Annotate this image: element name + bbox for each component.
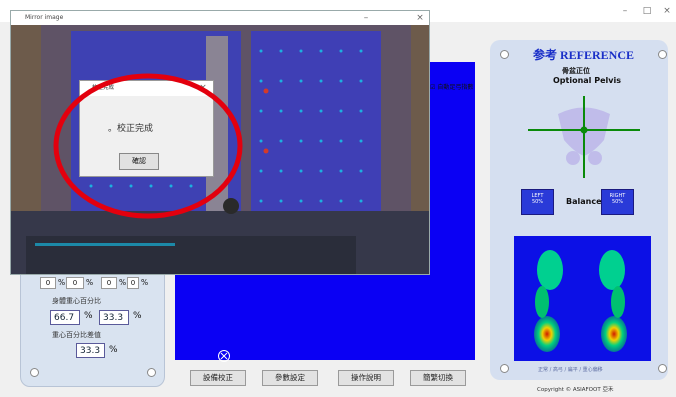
body-weight-title: 身體重心百分比 xyxy=(52,297,101,305)
left-balance-value: 50% xyxy=(531,199,544,205)
crosshair-glyph xyxy=(220,352,228,360)
pelvis-icon xyxy=(528,96,640,178)
minimize-button[interactable]: – xyxy=(614,2,636,20)
row-value-4[interactable]: 0 xyxy=(127,277,139,289)
left-weight-value: 66.7 xyxy=(50,310,80,325)
row-value-3[interactable]: 0 xyxy=(101,277,117,289)
left-panel-corner-icon-bl xyxy=(30,368,39,377)
foot-legend: 正常 / 高弓 / 扁平 / 重心偏移 xyxy=(538,367,603,373)
reference-title: 参考 REFERENCE xyxy=(533,48,635,62)
left-balance-button[interactable]: LEFT 50% xyxy=(521,189,554,215)
params-button[interactable]: 參數設定 xyxy=(262,370,318,386)
right-weight-value: 33.3 xyxy=(99,310,129,325)
ref-corner-icon-br xyxy=(658,364,667,373)
ref-corner-icon-tl xyxy=(500,50,509,59)
copyright-text: Copyright © ASIAFOOT 亞禾 xyxy=(537,387,614,393)
left-footprint xyxy=(534,250,563,352)
highlight-circle xyxy=(53,73,243,219)
mirror-minimize-button[interactable]: – xyxy=(355,11,377,27)
close-button[interactable]: × xyxy=(656,2,676,20)
calibrate-button[interactable]: 設備校正 xyxy=(190,370,246,386)
reference-subtitle-cn: 骨盆正位 xyxy=(562,67,590,75)
mirror-image-title: Mirror image xyxy=(25,14,64,21)
auto-arch-label: 自動足弓指數 xyxy=(437,84,474,91)
auto-arch-checkbox[interactable]: ☑ 自動足弓指數 xyxy=(430,82,473,91)
maximize-button[interactable]: □ xyxy=(636,2,658,20)
row-value-2[interactable]: 0 xyxy=(66,277,84,289)
ref-corner-icon-bl xyxy=(500,364,509,373)
left-weight-unit: % xyxy=(84,311,93,321)
balance-label: Balance xyxy=(566,197,602,206)
foot-pressure-map xyxy=(514,236,651,361)
left-panel-corner-icon-br xyxy=(147,368,156,377)
right-balance-button[interactable]: RIGHT 50% xyxy=(601,189,634,215)
language-switch-button[interactable]: 簡繁切換 xyxy=(410,370,466,386)
row-unit-4: % xyxy=(141,278,149,287)
right-weight-unit: % xyxy=(133,311,142,321)
row-unit-3: % xyxy=(119,278,127,287)
instructions-button[interactable]: 操作說明 xyxy=(338,370,394,386)
row-unit-2: % xyxy=(86,278,94,287)
crosshair-icon xyxy=(218,350,230,362)
diff-title: 重心百分比差值 xyxy=(52,331,101,339)
row-unit-1: % xyxy=(58,278,66,287)
ref-corner-icon-tr xyxy=(658,50,667,59)
reference-subtitle-en: Optional Pelvis xyxy=(553,76,621,85)
diff-value: 33.3 xyxy=(76,343,105,358)
mirror-close-button[interactable]: × xyxy=(409,11,429,27)
right-footprint xyxy=(599,250,627,352)
checkbox-icon[interactable]: ☑ xyxy=(430,84,435,91)
foot-pressure-graphic xyxy=(534,250,627,352)
right-balance-value: 50% xyxy=(611,199,624,205)
diff-unit: % xyxy=(109,345,118,355)
row-value-1[interactable]: 0 xyxy=(40,277,56,289)
